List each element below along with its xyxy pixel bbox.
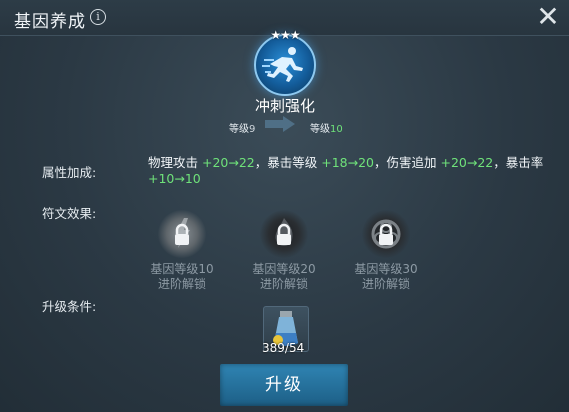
next-level-label: 等级 [310,124,330,135]
rune-effect-label: 符文效果: [42,206,97,221]
attribute-bonus-text: 物理攻击 +20→22，暴击等级 +18→20，伤害追加 +20→22，暴击率+… [148,155,548,187]
next-level-value: 10 [330,124,343,135]
attribute-bonus-label: 属性加成: [42,165,97,180]
next-level: 等级10 [310,120,343,135]
current-level: 等级9 [229,120,255,135]
arrow-right-icon [265,116,295,132]
sprinting-figure-icon [254,34,316,96]
locked-rune-lightning-icon[interactable] [158,210,206,258]
star-rating: ★★★ [270,28,300,42]
rune-unlock-text-3: 基因等级30 进阶解锁 [341,262,431,292]
rune-unlock-level: 基因等级20 [252,262,316,276]
locked-rune-biohazard-icon[interactable] [362,210,410,258]
close-icon[interactable]: ✕ [534,3,562,31]
attribute-segment: +20→22 [201,155,255,170]
rune-unlock-text-1: 基因等级10 进阶解锁 [137,262,227,292]
attribute-segment: ，伤害追加 [374,155,441,170]
attribute-segment: +10→10 [148,171,201,186]
rune-unlock-condition: 进阶解锁 [259,277,308,291]
upgrade-condition-label: 升级条件: [42,299,97,314]
skill-name: 冲刺强化 [254,97,315,115]
rune-unlock-level: 基因等级30 [354,262,418,276]
attribute-segment: ，暴击率 [493,155,544,170]
rune-unlock-text-2: 基因等级20 进阶解锁 [239,262,329,292]
info-icon[interactable]: i [90,9,106,25]
attribute-segment: +20→22 [440,155,494,170]
rune-unlock-level: 基因等级10 [150,262,214,276]
rune-unlock-condition: 进阶解锁 [157,277,206,291]
attribute-segment: 物理攻击 [148,155,202,170]
attribute-segment: ，暴击等级 [254,155,322,170]
attribute-segment: +18→20 [321,155,374,170]
material-need: /54 [284,341,305,355]
window-title: 基因养成 [14,12,86,32]
rune-unlock-condition: 进阶解锁 [361,277,410,291]
current-level-value: 9 [249,124,256,135]
material-have: 389 [262,341,285,355]
upgrade-button[interactable]: 升级 [220,364,348,406]
locked-rune-flame-icon[interactable] [260,210,308,258]
current-level-label: 等级 [229,124,249,135]
material-count: 389/54 [262,341,322,355]
